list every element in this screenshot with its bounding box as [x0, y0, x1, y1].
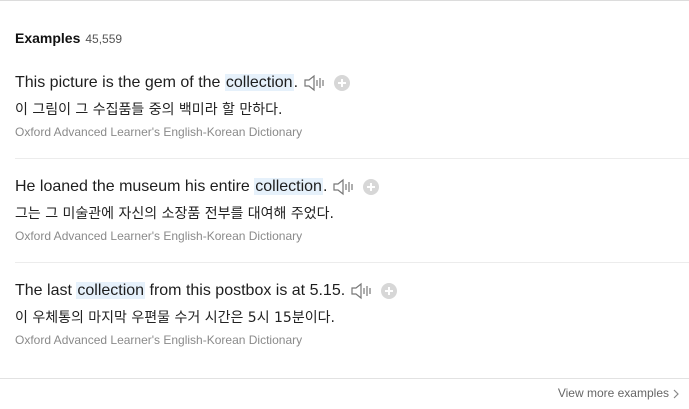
- example-item: This picture is the gem of the collectio…: [15, 72, 689, 141]
- example-korean: 이 그림이 그 수집품들 중의 백미라 할 만하다.: [15, 102, 283, 118]
- example-english-text: The last collection from this postbox is…: [15, 282, 346, 299]
- example-korean: 이 우체통의 마지막 우편물 수거 시간은 5시 15분이다.: [15, 310, 335, 326]
- view-more-label: View more examples: [557, 386, 669, 400]
- examples-title: Examples: [15, 30, 81, 46]
- example-english: The last collection from this postbox is…: [15, 280, 689, 302]
- example-korean: 그는 그 미술관에 자신의 소장품 전부를 대여해 주었다.: [15, 206, 334, 222]
- plus-icon[interactable]: [334, 75, 351, 91]
- footer-divider: [0, 378, 689, 379]
- examples-count: 45,559: [85, 32, 123, 46]
- view-more-examples-link[interactable]: View more examples: [558, 386, 679, 400]
- example-item: The last collection from this postbox is…: [15, 280, 689, 349]
- example-english-text: This picture is the gem of the collectio…: [15, 74, 299, 91]
- speaker-icon[interactable]: [304, 74, 326, 92]
- example-english: This picture is the gem of the collectio…: [15, 72, 689, 94]
- chevron-right-icon: [673, 388, 679, 399]
- plus-icon[interactable]: [363, 179, 380, 195]
- plus-icon[interactable]: [381, 283, 398, 299]
- example-source: Oxford Advanced Learner's English-Korean…: [15, 333, 303, 347]
- speaker-icon[interactable]: [351, 282, 373, 300]
- keyword-highlight: collection: [224, 74, 294, 91]
- example-source: Oxford Advanced Learner's English-Korean…: [15, 229, 303, 243]
- example-source: Oxford Advanced Learner's English-Korean…: [15, 125, 303, 139]
- example-english-text: He loaned the museum his entire collecti…: [15, 178, 328, 195]
- keyword-highlight: collection: [76, 282, 146, 299]
- top-border: [0, 0, 689, 1]
- divider: [15, 262, 689, 263]
- example-english: He loaned the museum his entire collecti…: [15, 176, 689, 198]
- divider: [15, 158, 689, 159]
- example-item: He loaned the museum his entire collecti…: [15, 176, 689, 245]
- keyword-highlight: collection: [254, 178, 323, 195]
- examples-header: Examples 45,559: [15, 30, 122, 50]
- speaker-icon[interactable]: [333, 178, 355, 196]
